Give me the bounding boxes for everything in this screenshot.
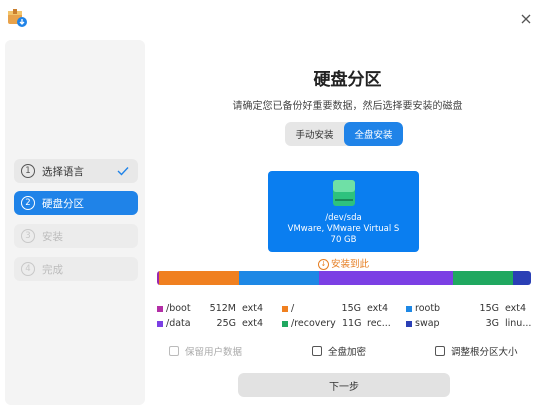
legend-item: /data 25G ext4 <box>157 318 267 329</box>
partition-size: 25G <box>216 318 236 329</box>
partition-name: /recovery <box>291 318 336 329</box>
option-label: 全盘加密 <box>328 347 367 358</box>
install-mode-tabs: 手动安装 全盘安装 <box>285 122 403 146</box>
page-subtitle: 请确定您已备份好重要数据，然后选择要安装的磁盘 <box>232 101 463 112</box>
partition-bar-segment <box>453 271 513 285</box>
partition-fs: ext4 <box>242 303 264 314</box>
step-label: 选择语言 <box>42 165 84 178</box>
step-label: 安装 <box>42 230 63 243</box>
full-disk-encryption-option[interactable]: 全盘加密 <box>312 344 366 358</box>
close-icon[interactable] <box>516 9 536 29</box>
disk-model: VMware, VMware Virtual S <box>287 224 400 234</box>
step-number: 1 <box>21 164 35 178</box>
legend-swatch <box>406 320 412 327</box>
disk-size: 70 GB <box>330 235 357 245</box>
info-icon: ↓ <box>317 259 329 270</box>
disk-card[interactable]: /dev/sda VMware, VMware Virtual S 70 GB <box>268 171 419 252</box>
check-icon <box>117 167 129 176</box>
partition-name: swap <box>415 318 440 329</box>
step-number: 3 <box>21 229 35 243</box>
partition-name: rootb <box>415 303 441 314</box>
title-bar <box>0 0 550 40</box>
keep-user-data-option: 保留用户数据 <box>169 344 242 358</box>
partition-fs: ext4 <box>242 318 264 329</box>
steps-sidebar: 1 选择语言 2 硬盘分区 3 安装 4 完成 <box>5 40 145 405</box>
legend-item: rootb 15G ext4 <box>406 303 531 314</box>
legend-swatch <box>157 305 163 312</box>
partition-fs: rec... <box>367 318 391 329</box>
partition-size: 11G <box>342 318 362 329</box>
option-label: 保留用户数据 <box>185 347 243 358</box>
sidebar-step-install: 3 安装 <box>14 224 138 248</box>
hard-disk-icon <box>333 180 355 206</box>
legend-swatch <box>406 305 412 312</box>
sidebar-step-disk-partition[interactable]: 2 硬盘分区 <box>14 191 138 215</box>
legend-swatch <box>282 305 288 312</box>
install-target-label: ↓ 安装到此 <box>145 256 542 270</box>
partition-fs: linu... <box>505 318 532 329</box>
resize-root-option[interactable]: 调整根分区大小 <box>435 344 518 358</box>
partition-fs: ext4 <box>505 303 527 314</box>
partition-fs: ext4 <box>367 303 389 314</box>
legend-swatch <box>157 320 163 327</box>
checkbox[interactable] <box>435 346 445 356</box>
partition-size: 3G <box>485 318 499 329</box>
partition-name: /data <box>166 318 191 329</box>
partition-name: / <box>291 303 295 314</box>
install-target-text: 安装到此 <box>330 259 369 270</box>
legend-item: / 15G ext4 <box>282 303 392 314</box>
partition-bar <box>157 271 531 285</box>
legend-item: swap 3G linu... <box>406 318 531 329</box>
partition-bar-segment <box>318 271 454 285</box>
tab-full-disk-install[interactable]: 全盘安装 <box>344 122 403 146</box>
option-label: 调整根分区大小 <box>451 347 518 358</box>
partition-bar-segment <box>238 271 319 285</box>
next-button[interactable]: 下一步 <box>238 373 450 397</box>
main-panel: 硬盘分区 请确定您已备份好重要数据，然后选择要安装的磁盘 手动安装 全盘安装 /… <box>145 40 550 412</box>
partition-bar-segment <box>159 271 239 285</box>
disk-device: /dev/sda <box>325 213 362 223</box>
installer-box-icon <box>8 9 27 27</box>
checkbox <box>169 346 179 356</box>
step-number: 2 <box>21 196 35 210</box>
sidebar-step-select-language[interactable]: 1 选择语言 <box>14 159 138 183</box>
legend-swatch <box>282 320 288 327</box>
sidebar-step-finish: 4 完成 <box>14 257 138 281</box>
partition-size: 512M <box>209 303 236 314</box>
step-label: 硬盘分区 <box>42 197 84 210</box>
step-number: 4 <box>21 262 35 276</box>
partition-size: 15G <box>479 303 499 314</box>
checkbox[interactable] <box>312 346 322 356</box>
step-label: 完成 <box>42 263 63 276</box>
tab-manual-install[interactable]: 手动安装 <box>285 122 344 146</box>
legend-item: /boot 512M ext4 <box>157 303 267 314</box>
partition-size: 15G <box>341 303 361 314</box>
partition-bar-segment <box>513 271 531 285</box>
legend-item: /recovery 11G rec... <box>282 318 392 329</box>
page-title: 硬盘分区 <box>313 70 382 90</box>
partition-name: /boot <box>166 303 191 314</box>
